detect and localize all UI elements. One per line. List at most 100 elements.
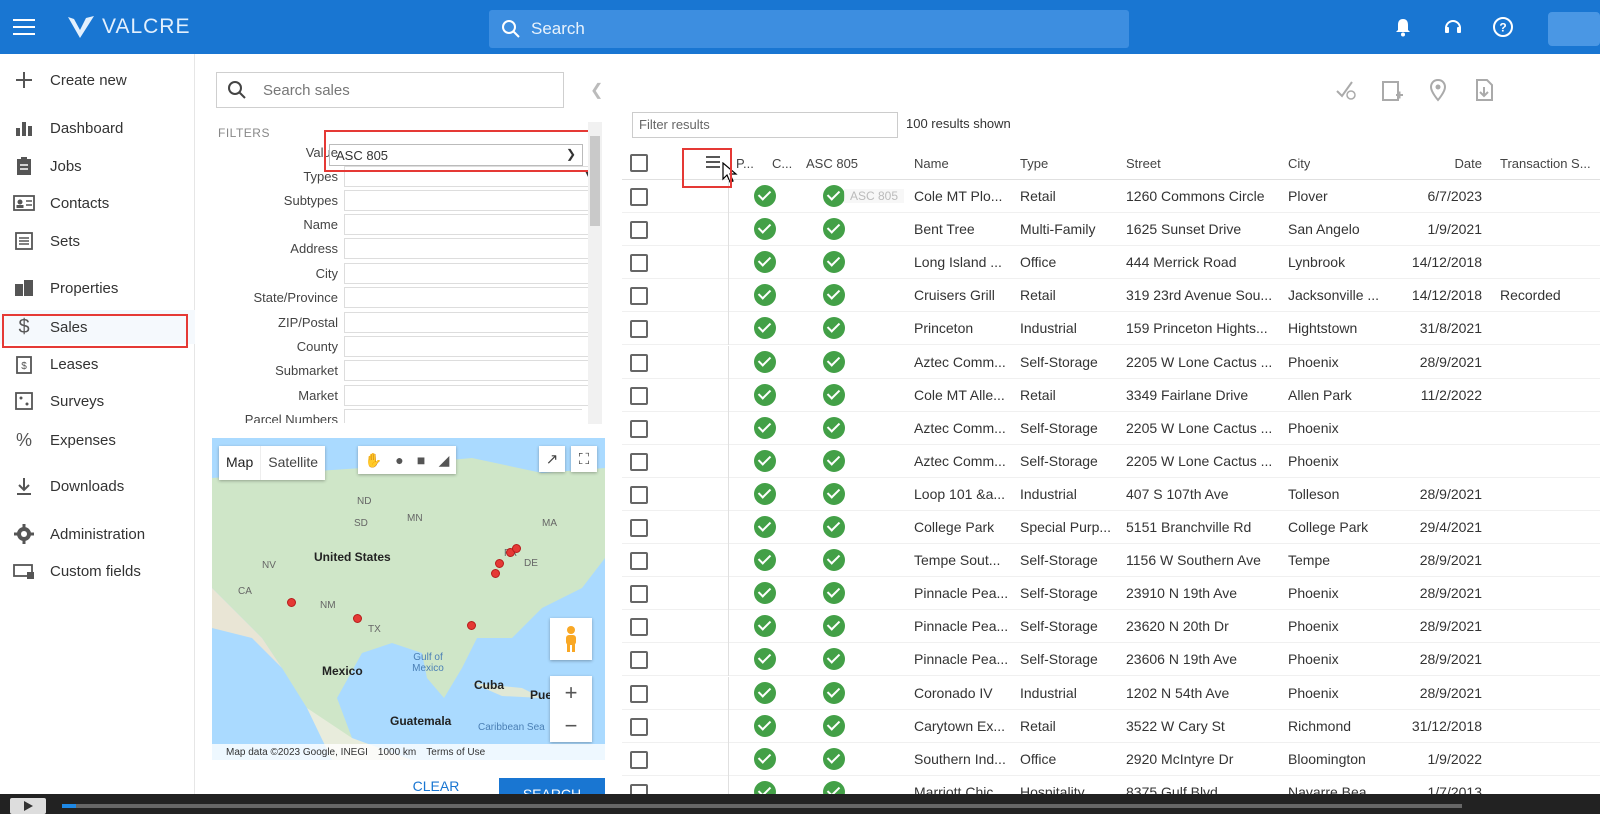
help-icon[interactable]: ? (1492, 16, 1514, 38)
row-checkbox[interactable] (630, 287, 648, 306)
state-field[interactable] (344, 287, 598, 308)
table-row[interactable]: Carytown Ex... Retail 3522 W Cary St Richmo… (622, 709, 1600, 743)
row-checkbox[interactable] (630, 419, 648, 438)
row-checkbox[interactable] (630, 353, 648, 372)
market-field[interactable] (344, 385, 598, 406)
fullscreen-icon[interactable]: ⛶ (571, 446, 597, 472)
search-sales-input[interactable]: Search sales (216, 72, 564, 108)
rectangle-draw-icon[interactable]: ■ (417, 452, 425, 468)
hand-pan-icon[interactable]: ✋ (365, 452, 382, 469)
row-checkbox[interactable] (630, 485, 648, 504)
column-header-type[interactable]: Type (1020, 156, 1048, 171)
table-row[interactable]: Cruisers Grill Retail 319 23rd Avenue Sou.… (622, 279, 1600, 313)
export-icon[interactable] (1472, 78, 1496, 102)
table-row[interactable]: Cole MT Plo... Retail 1260 Commons Circle P… (622, 180, 1600, 213)
table-row[interactable]: Loop 101 &a... Industrial 407 S 107th Ave T… (622, 477, 1600, 511)
user-avatar[interactable] (1548, 12, 1600, 46)
nav-contacts[interactable]: Contacts (0, 186, 195, 220)
row-checkbox[interactable] (630, 221, 648, 240)
valcre-logo[interactable]: VALCRE (66, 14, 190, 40)
filters-scrollbar[interactable] (588, 122, 602, 424)
submarket-field[interactable] (344, 360, 598, 381)
nav-properties[interactable]: Properties (0, 271, 195, 305)
table-row[interactable]: Tempe Sout... Self-Storage 1156 W Southern… (622, 544, 1600, 578)
polygon-draw-icon[interactable]: ◢ (439, 452, 450, 469)
map-pin[interactable] (287, 598, 296, 607)
play-icon[interactable] (10, 798, 46, 814)
parcel-field[interactable] (344, 409, 582, 423)
table-row[interactable]: Long Island ... Office 444 Merrick Road Lyn… (622, 246, 1600, 280)
column-header-asc805[interactable]: ASC 805 (806, 156, 858, 171)
table-row[interactable]: Pinnacle Pea... Self-Storage 23606 N 19th … (622, 643, 1600, 677)
row-checkbox[interactable] (630, 254, 648, 273)
row-checkbox[interactable] (630, 386, 648, 405)
add-to-set-icon[interactable] (1380, 78, 1404, 102)
map-pin[interactable] (495, 559, 504, 568)
bell-icon[interactable] (1392, 16, 1414, 38)
street-view-pegman-icon[interactable] (550, 618, 592, 660)
column-header-street[interactable]: Street (1126, 156, 1161, 171)
nav-leases[interactable]: $ Leases (0, 347, 195, 381)
table-row[interactable]: Princeton Industrial 159 Princeton Hights.… (622, 312, 1600, 346)
table-row[interactable]: Coronado IV Industrial 1202 N 54th Ave Phoe… (622, 676, 1600, 710)
row-checkbox[interactable] (630, 585, 648, 604)
row-checkbox[interactable] (630, 618, 648, 637)
map-pin-icon[interactable] (1426, 78, 1450, 102)
nav-create-new[interactable]: Create new (0, 63, 195, 97)
nav-jobs[interactable]: Jobs (0, 149, 195, 183)
city-field[interactable] (344, 263, 598, 284)
row-checkbox[interactable] (630, 717, 648, 736)
nav-administration[interactable]: Administration (0, 517, 195, 551)
nav-downloads[interactable]: Downloads (0, 469, 195, 503)
subtypes-field[interactable] (344, 190, 598, 211)
video-progress-bar[interactable] (62, 804, 1462, 808)
name-field[interactable] (344, 214, 598, 235)
select-all-checkbox[interactable] (630, 154, 648, 172)
zoom-out-icon[interactable]: − (565, 713, 578, 739)
nav-sets[interactable]: Sets (0, 224, 195, 258)
table-row[interactable]: Pinnacle Pea... Self-Storage 23910 N 19th … (622, 577, 1600, 611)
table-row[interactable]: Southern Ind... Office 2920 McIntyre Dr Blo… (622, 742, 1600, 776)
zip-field[interactable] (344, 312, 598, 333)
row-checkbox[interactable] (630, 552, 648, 571)
table-row[interactable]: College Park Special Purp... 5151 Branchvi… (622, 511, 1600, 544)
table-row[interactable]: Pinnacle Pea... Self-Storage 23620 N 20th … (622, 610, 1600, 644)
row-checkbox[interactable] (630, 452, 648, 471)
table-row[interactable]: Bent Tree Multi-Family 1625 Sunset Drive Sa… (622, 213, 1600, 247)
column-header-transaction-status[interactable]: Transaction S... (1500, 156, 1600, 171)
map-tab[interactable]: Map (219, 446, 260, 480)
collapse-panel-chevron-icon[interactable]: ❮ (590, 80, 603, 100)
column-header-p[interactable]: P... (736, 156, 758, 171)
global-search-input[interactable]: Search (489, 10, 1129, 48)
row-checkbox[interactable] (630, 320, 648, 339)
row-checkbox[interactable] (630, 750, 648, 769)
nav-surveys[interactable]: Surveys (0, 384, 195, 418)
table-row[interactable]: Aztec Comm... Self-Storage 2205 W Lone Cac… (622, 444, 1600, 478)
scrollbar-thumb[interactable] (590, 136, 600, 226)
hamburger-menu-icon[interactable] (13, 19, 35, 35)
row-checkbox[interactable] (630, 651, 648, 670)
column-header-c[interactable]: C... (772, 156, 798, 171)
filter-results-input[interactable]: Filter results (632, 112, 898, 138)
table-row[interactable]: Aztec Comm... Self-Storage 2205 W Lone Cac… (622, 345, 1600, 379)
table-row[interactable]: Cole MT Alle... Retail 3349 Fairlane Drive… (622, 378, 1600, 412)
expand-icon[interactable]: ↗ (539, 446, 565, 472)
row-checkbox[interactable] (630, 188, 648, 206)
zoom-in-icon[interactable]: + (565, 680, 578, 706)
satellite-tab[interactable]: Satellite (260, 446, 325, 480)
support-headset-icon[interactable] (1442, 16, 1464, 38)
column-header-date[interactable]: Date (1422, 156, 1482, 171)
nav-dashboard[interactable]: Dashboard (0, 111, 195, 145)
column-header-name[interactable]: Name (914, 156, 949, 171)
address-field[interactable] (344, 238, 598, 259)
circle-draw-icon[interactable]: ● (395, 452, 403, 468)
nav-expenses[interactable]: % Expenses (0, 423, 195, 457)
nav-custom-fields[interactable]: Custom fields (0, 554, 195, 588)
map-terms-link[interactable]: Terms of Use (426, 747, 485, 758)
table-row[interactable]: Aztec Comm... Self-Storage 2205 W Lone Cac… (622, 411, 1600, 445)
row-checkbox[interactable] (630, 519, 648, 537)
county-field[interactable] (344, 336, 598, 357)
column-header-city[interactable]: City (1288, 156, 1310, 171)
map-view[interactable]: ND MN SD NV CA NM TX PA MA QC DE United … (212, 438, 605, 760)
map-pin[interactable] (512, 544, 521, 553)
